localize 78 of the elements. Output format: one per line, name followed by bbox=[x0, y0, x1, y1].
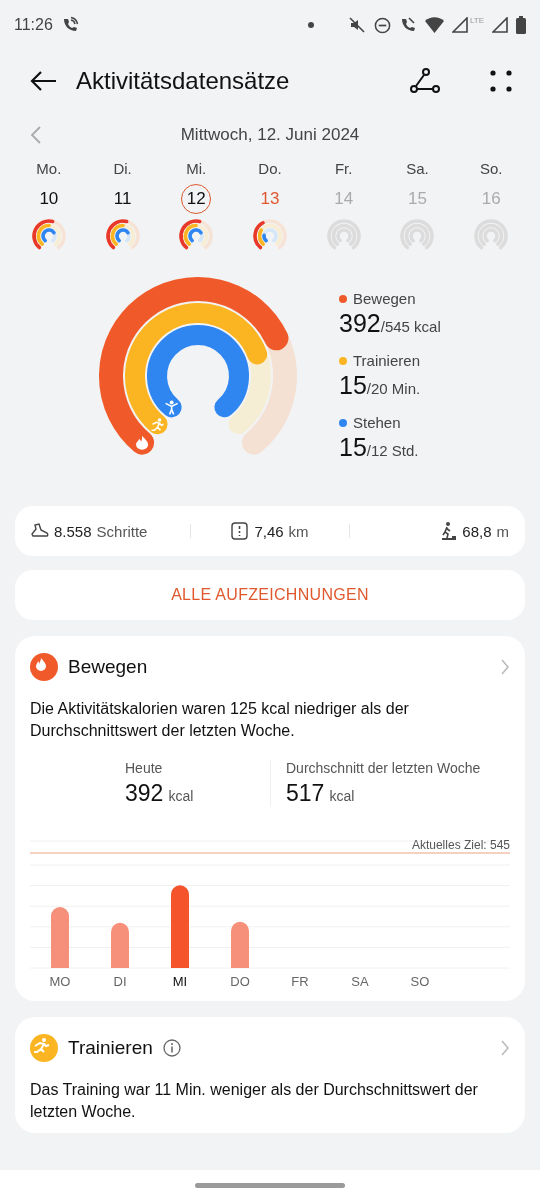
share-icon[interactable] bbox=[410, 68, 440, 94]
day-label: SO bbox=[410, 974, 430, 989]
comparison-value: 392 bbox=[125, 780, 164, 807]
comparison-value: 517 bbox=[286, 780, 325, 807]
summary-text: Die Aktivitätskalorien waren 125 kcal niedriger als der Durchschnittswert der letzten Woche. bbox=[30, 699, 410, 741]
comparison-label: Heute bbox=[125, 760, 164, 776]
signal-icon bbox=[451, 17, 468, 33]
stat-unit: Schritte bbox=[96, 522, 148, 540]
goal-label: Aktuelles Ziel: 545 bbox=[411, 838, 510, 852]
all-records-button[interactable]: ALLE AUFZEICHNUNGEN bbox=[15, 570, 525, 620]
card-title: Trainieren bbox=[68, 1037, 153, 1059]
weekday-label: Fr. bbox=[334, 160, 353, 179]
flame-icon bbox=[30, 653, 58, 681]
ring-label: Trainieren bbox=[353, 352, 420, 369]
home-indicator[interactable] bbox=[195, 1182, 345, 1188]
ring-value: 392 bbox=[339, 309, 381, 338]
empty-rings-icon bbox=[398, 218, 437, 252]
weekday-label: So. bbox=[479, 160, 503, 179]
day-number[interactable]: 10 bbox=[33, 184, 64, 214]
bar bbox=[51, 907, 69, 968]
selected-date: Mittwoch, 12. Juni 2024 bbox=[179, 125, 361, 145]
bar bbox=[111, 922, 129, 968]
dot-icon bbox=[307, 22, 314, 28]
ring-label: Bewegen bbox=[353, 290, 416, 307]
comparison-unit: kcal bbox=[168, 788, 194, 804]
back-arrow-icon[interactable] bbox=[30, 70, 58, 92]
bar bbox=[231, 921, 249, 968]
activity-rings-icon bbox=[103, 218, 142, 252]
day-number[interactable]: 11 bbox=[107, 184, 138, 214]
ring-label: Stehen bbox=[353, 414, 401, 431]
day-label: FR bbox=[291, 974, 309, 989]
day-number[interactable]: 16 bbox=[476, 184, 507, 214]
mute-icon bbox=[347, 16, 366, 34]
wifi-icon bbox=[424, 17, 444, 33]
ring-value: 15 bbox=[339, 433, 367, 462]
day-label: DI bbox=[113, 974, 127, 989]
activity-rings-icon bbox=[251, 218, 289, 252]
stat-value: 7,46 bbox=[254, 522, 284, 540]
stat-unit: m bbox=[496, 522, 509, 540]
weekday-label: Do. bbox=[258, 160, 282, 179]
page-title: Aktivitätsdatensätze bbox=[76, 67, 291, 95]
day-number[interactable]: 14 bbox=[328, 184, 359, 214]
empty-rings-icon bbox=[324, 218, 363, 252]
weekday-label: Di. bbox=[113, 160, 132, 179]
comparison-label: Durchschnitt der letzten Woche bbox=[286, 760, 481, 776]
ring-goal: /545 kcal bbox=[380, 318, 441, 335]
do-not-disturb-icon bbox=[373, 16, 391, 34]
more-icon[interactable] bbox=[490, 70, 512, 92]
runner-icon bbox=[30, 1034, 58, 1062]
card-title: Bewegen bbox=[68, 656, 148, 678]
summary-text: Das Training war 11 Min. weniger als der Durchschnittswert der letzten Woche. bbox=[30, 1080, 479, 1122]
empty-rings-icon bbox=[472, 218, 511, 252]
weekday-label: Mo. bbox=[36, 160, 62, 179]
stat-value: 8.558 bbox=[54, 522, 92, 540]
network-type: LTE bbox=[469, 16, 484, 25]
day-label: SA bbox=[351, 974, 369, 989]
activity-rings-icon bbox=[29, 218, 68, 252]
comparison-unit: kcal bbox=[329, 788, 355, 804]
stat-value: 68,8 bbox=[462, 522, 492, 540]
weekday-label: Sa. bbox=[406, 160, 429, 179]
clock: 11:26 bbox=[14, 16, 53, 34]
day-number[interactable]: 13 bbox=[255, 184, 285, 214]
day-label: MI bbox=[172, 974, 188, 989]
day-label: MO bbox=[49, 974, 71, 989]
road-icon bbox=[231, 522, 250, 540]
day-number[interactable]: 15 bbox=[402, 184, 433, 214]
ring-goal: /20 Min. bbox=[366, 380, 421, 397]
info-icon[interactable] bbox=[162, 1039, 181, 1057]
battery-icon bbox=[516, 16, 526, 34]
shoe-icon bbox=[31, 522, 49, 540]
ring-value: 15 bbox=[339, 371, 367, 400]
activity-rings-icon bbox=[177, 218, 216, 252]
stat-unit: km bbox=[288, 522, 309, 540]
ring-goal: /12 Std. bbox=[366, 442, 419, 459]
stair-climber-icon bbox=[439, 522, 458, 540]
signal-icon bbox=[492, 17, 508, 33]
day-label: DO bbox=[230, 974, 250, 989]
weekday-label: Mi. bbox=[186, 160, 207, 179]
